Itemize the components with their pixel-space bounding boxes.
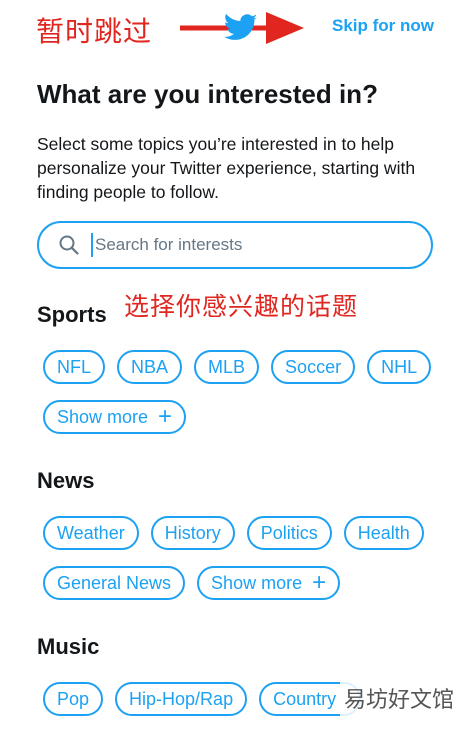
topic-chip[interactable]: History bbox=[150, 516, 235, 550]
topic-chip[interactable]: NFL bbox=[43, 350, 106, 384]
show-more-news-button[interactable]: Show more + bbox=[197, 566, 341, 600]
news-chips: Weather History Politics Health General … bbox=[43, 516, 436, 616]
annotation-choose-topics-note: 选择你感兴趣的话题 bbox=[124, 292, 359, 321]
annotation-skip-note: 暂时跳过 bbox=[36, 15, 153, 48]
section-title-sports: Sports bbox=[37, 302, 107, 327]
topic-chip[interactable]: Soccer bbox=[271, 350, 356, 384]
topic-chip[interactable]: Health bbox=[343, 516, 424, 550]
search-box[interactable] bbox=[37, 221, 433, 269]
page-subtitle: Select some topics you’re interested in … bbox=[37, 134, 416, 202]
page-title: What are you interested in? bbox=[37, 79, 378, 109]
section-title-music: Music bbox=[37, 634, 100, 659]
topic-chip[interactable]: Hip-Hop/Rap bbox=[115, 682, 248, 716]
plus-icon: + bbox=[158, 403, 173, 430]
sports-chips: NFL NBA MLB Soccer NHL Show more + bbox=[43, 350, 443, 450]
music-chips: Pop Hip-Hop/Rap Country bbox=[43, 682, 373, 732]
topic-chip[interactable]: MLB bbox=[194, 350, 260, 384]
show-more-label: Show more bbox=[211, 572, 303, 593]
twitter-bird-icon bbox=[224, 14, 258, 40]
skip-for-now-button[interactable]: Skip for now bbox=[332, 16, 434, 36]
search-input[interactable] bbox=[91, 233, 397, 257]
topic-chip[interactable]: Pop bbox=[43, 682, 104, 716]
topic-chip[interactable]: General News bbox=[43, 566, 186, 600]
plus-icon: + bbox=[312, 569, 327, 596]
topic-chip[interactable]: Politics bbox=[246, 516, 332, 550]
section-title-news: News bbox=[37, 468, 95, 493]
topic-chip[interactable]: NHL bbox=[367, 350, 432, 384]
show-more-label: Show more bbox=[57, 406, 149, 427]
watermark: 易坊好文馆 bbox=[339, 680, 458, 716]
show-more-sports-button[interactable]: Show more + bbox=[43, 400, 187, 434]
search-icon bbox=[59, 235, 79, 255]
watermark-logo: 易坊好文馆 bbox=[343, 688, 454, 713]
topic-chip[interactable]: NBA bbox=[117, 350, 183, 384]
topic-chip[interactable]: Weather bbox=[43, 516, 139, 550]
